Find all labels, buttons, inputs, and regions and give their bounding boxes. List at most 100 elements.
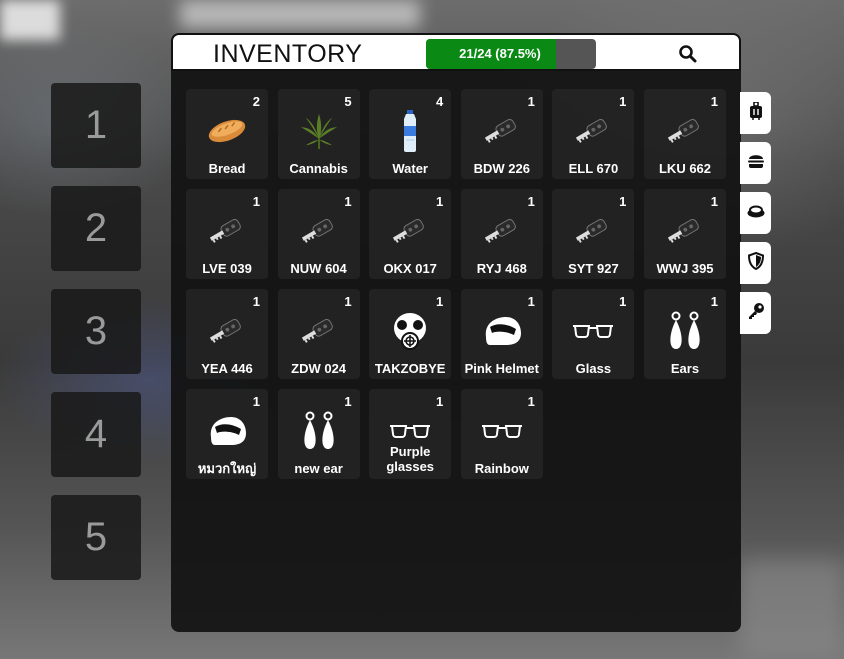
inventory-slot[interactable]: 1 YEA 446	[186, 289, 268, 379]
hotbar-slot-3[interactable]: 3	[51, 289, 141, 374]
luggage-icon	[749, 100, 763, 125]
item-count: 1	[344, 294, 352, 309]
earrings-icon	[665, 311, 705, 351]
item-label: SYT 927	[568, 261, 619, 276]
item-label: Water	[392, 161, 428, 176]
tab-key[interactable]	[740, 292, 771, 334]
item-label: ZDW 024	[291, 361, 347, 376]
item-count: 5	[344, 94, 352, 109]
tab-shield[interactable]	[740, 242, 771, 284]
inventory-slot[interactable]: 2 Bread	[186, 89, 268, 179]
inventory-slot[interactable]: 1 Rainbow	[460, 389, 543, 479]
item-label: ELL 670	[568, 161, 619, 176]
car-key-icon	[482, 111, 522, 151]
item-count: 1	[527, 194, 535, 209]
tab-burger[interactable]	[740, 142, 771, 184]
hat-icon	[747, 204, 765, 223]
inventory-title: INVENTORY	[213, 40, 363, 68]
item-label: RYJ 468	[476, 261, 527, 276]
item-label: BDW 226	[473, 161, 530, 176]
hotbar-slot-5[interactable]: 5	[51, 495, 141, 580]
tab-luggage[interactable]	[740, 92, 771, 134]
car-key-icon	[390, 211, 430, 251]
bread-icon	[207, 111, 247, 151]
search-icon[interactable]	[678, 44, 698, 64]
inventory-slot[interactable]: 1 Glass	[552, 289, 635, 379]
car-key-icon	[573, 211, 613, 251]
inventory-slot[interactable]: 1 ZDW 024	[277, 289, 360, 379]
helmet-icon	[482, 311, 522, 351]
item-count: 1	[527, 94, 535, 109]
inventory-slot[interactable]: 5 Cannabis	[277, 89, 360, 179]
item-count: 1	[527, 294, 535, 309]
hotbar-slot-1[interactable]: 1	[51, 83, 141, 168]
item-label: Bread	[208, 161, 246, 176]
item-count: 1	[619, 194, 627, 209]
hotbar: 1 2 3 4 5	[51, 83, 141, 598]
item-label: Rainbow	[474, 461, 529, 476]
inventory-slot[interactable]: 1 LKU 662	[644, 89, 726, 179]
earrings-icon	[299, 411, 339, 451]
item-label-line: Purple	[389, 444, 431, 459]
gas-mask-icon	[390, 311, 430, 351]
inventory-slot[interactable]: 1 SYT 927	[552, 189, 635, 279]
tab-hat[interactable]	[740, 192, 771, 234]
water-bottle-icon	[390, 110, 430, 152]
item-label: Glass	[575, 361, 612, 376]
inventory-slot[interactable]: 1 BDW 226	[460, 89, 543, 179]
inventory-slot[interactable]: 1 หมวกใหญ่	[186, 389, 268, 479]
inventory-slot[interactable]: 4 Water	[369, 89, 452, 179]
item-label: OKX 017	[383, 261, 437, 276]
inventory-slot[interactable]: 1 OKX 017	[369, 189, 452, 279]
inventory-slot[interactable]: 1 TAKZOBYE	[369, 289, 452, 379]
background-light	[0, 0, 60, 40]
car-key-icon	[573, 111, 613, 151]
car-key-icon	[299, 211, 339, 251]
inventory-header: INVENTORY 21/24 (87.5%)	[171, 33, 741, 71]
inventory-slot[interactable]: 1 Pink Helmet	[460, 289, 543, 379]
item-label: Pink Helmet	[464, 361, 539, 376]
car-key-icon	[665, 111, 705, 151]
item-label-line: glasses	[386, 459, 435, 474]
item-label: NUW 604	[290, 261, 347, 276]
item-count: 1	[252, 194, 260, 209]
inventory-slot[interactable]: 1 Purple glasses	[369, 389, 452, 479]
item-label: หมวกใหญ่	[197, 461, 257, 476]
inventory-slot[interactable]: 1 RYJ 468	[460, 189, 543, 279]
item-count: 1	[435, 394, 444, 409]
glasses-icon	[573, 311, 614, 351]
car-key-icon	[207, 211, 247, 251]
hotbar-slot-number: 3	[84, 309, 108, 353]
item-count: 1	[619, 94, 627, 109]
hotbar-slot-number: 4	[84, 412, 108, 456]
item-count: 4	[435, 94, 444, 109]
inventory-slot[interactable]: 1 LVE 039	[186, 189, 268, 279]
item-count: 1	[619, 294, 627, 309]
inventory-slot[interactable]: 1 ELL 670	[552, 89, 635, 179]
inventory-slot[interactable]: 1 WWJ 395	[644, 189, 726, 279]
background-light	[180, 0, 420, 28]
hotbar-slot-4[interactable]: 4	[51, 392, 141, 477]
item-count: 1	[710, 94, 718, 109]
item-count: 1	[344, 394, 352, 409]
car-key-icon	[207, 311, 247, 351]
hotbar-slot-number: 5	[84, 515, 108, 559]
item-count: 2	[252, 94, 260, 109]
item-count: 1	[252, 294, 260, 309]
weight-text: 21/24 (87.5%)	[459, 46, 541, 61]
inventory-slot[interactable]: 1 Ears	[644, 289, 726, 379]
hotbar-slot-number: 1	[84, 103, 108, 147]
hotbar-slot-2[interactable]: 2	[51, 186, 141, 271]
item-count: 1	[435, 194, 444, 209]
inventory-slot[interactable]: 1 new ear	[277, 389, 360, 479]
inventory-slot[interactable]: 1 NUW 604	[277, 189, 360, 279]
burger-icon	[747, 153, 764, 174]
glasses-icon	[481, 411, 522, 451]
key-icon	[747, 302, 765, 325]
category-tabs	[740, 92, 772, 342]
hotbar-slot-number: 2	[84, 206, 108, 250]
background-light	[740, 560, 844, 659]
item-label: Purple glasses	[369, 444, 451, 474]
item-label: WWJ 395	[656, 261, 714, 276]
item-count: 1	[344, 194, 352, 209]
